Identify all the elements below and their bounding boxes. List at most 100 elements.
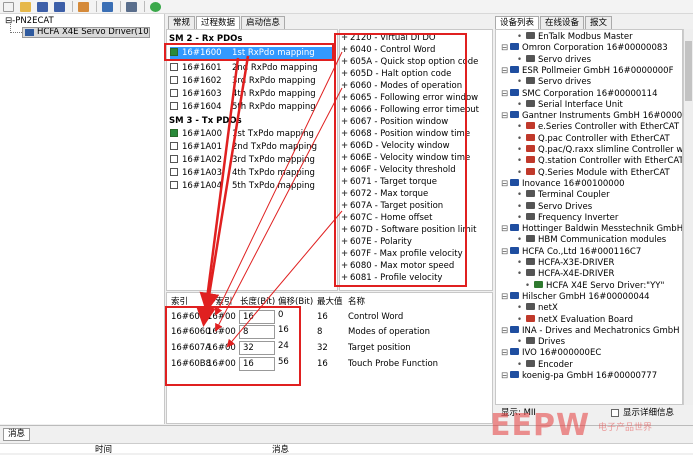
device-item[interactable]: • HCFA-X4E-DRIVER <box>517 269 614 280</box>
object-item[interactable]: +606F - Velocity threshold <box>341 165 456 177</box>
pdo-checkbox[interactable] <box>170 89 178 97</box>
tree-node-servo-driver[interactable]: HCFA X4E Servo Driver(1000) <box>22 27 150 38</box>
device-item[interactable]: • Q.station Controller with EtherCAT <box>517 156 682 167</box>
tab-startup[interactable]: 启动信息 <box>241 16 286 29</box>
pdo-checkbox[interactable] <box>170 155 178 163</box>
expand-icon[interactable]: + <box>341 213 350 225</box>
library-scrollbar[interactable] <box>683 29 693 405</box>
collapse-icon[interactable]: ⊟ <box>501 292 510 303</box>
device-item[interactable]: • e.Series Controller with EtherCAT <box>517 122 679 133</box>
tab-general[interactable]: 常规 <box>168 16 196 29</box>
collapse-icon[interactable]: ⊟ <box>501 247 510 258</box>
object-item[interactable]: +6080 - Max motor speed <box>341 261 454 273</box>
detail-checkbox[interactable] <box>611 409 619 417</box>
device-item[interactable]: • Terminal Coupler <box>517 190 610 201</box>
object-item[interactable]: +6040 - Control Word <box>341 45 435 57</box>
object-item[interactable]: +6072 - Max torque <box>341 189 428 201</box>
object-item[interactable]: +607C - Home offset <box>341 213 432 225</box>
pdo-checkbox[interactable] <box>170 102 178 110</box>
object-item[interactable]: +606D - Velocity window <box>341 141 450 153</box>
collapse-icon[interactable]: ⊟ <box>501 224 510 235</box>
device-item[interactable]: • Serial Interface Unit <box>517 99 623 111</box>
pdo-row[interactable]: 16#1600 1st RxPdo mapping <box>170 47 334 59</box>
new-file-icon[interactable] <box>3 1 14 12</box>
object-item[interactable]: +607F - Max profile velocity <box>341 249 463 261</box>
pdo-row[interactable]: 16#1A02 3rd TxPdo mapping <box>170 154 334 166</box>
expand-icon[interactable]: + <box>341 93 350 105</box>
edit-icon[interactable] <box>78 1 89 12</box>
save-as-icon[interactable] <box>54 1 65 12</box>
tab-message[interactable]: 消息 <box>3 428 31 441</box>
vendor-item[interactable]: ⊟ Hottinger Baldwin Messtechnik GmbH <box>501 224 682 235</box>
object-item[interactable]: +6065 - Following error window <box>341 93 478 105</box>
expand-icon[interactable]: + <box>341 153 350 165</box>
tab-messages[interactable]: 报文 <box>585 16 613 29</box>
expand-icon[interactable]: + <box>341 45 350 57</box>
device-item[interactable]: • Drives <box>517 337 565 348</box>
tab-process-data[interactable]: 过程数据 <box>196 16 241 29</box>
device-item[interactable]: • Servo Drives <box>517 201 592 213</box>
save-icon[interactable] <box>37 1 48 12</box>
length-input[interactable]: 32 <box>239 341 275 355</box>
pdo-row[interactable]: 16#1602 3rd RxPdo mapping <box>170 75 334 87</box>
expand-icon[interactable]: + <box>341 165 350 177</box>
device-item[interactable]: • EnTalk Modbus Master <box>517 32 633 43</box>
length-input[interactable]: 16 <box>239 310 275 324</box>
collapse-icon[interactable]: ⊟ <box>501 371 510 382</box>
scrollbar-thumb[interactable] <box>685 41 692 101</box>
object-item[interactable]: +605A - Quick stop option code <box>341 57 478 69</box>
length-input[interactable]: 16 <box>239 357 275 371</box>
device-item[interactable]: • Q.Series Module with EtherCAT <box>517 167 670 179</box>
expand-icon[interactable]: + <box>341 33 350 45</box>
object-item[interactable]: +607E - Polarity <box>341 237 412 249</box>
device-item[interactable]: • HCFA X4E Servo Driver:"YY" <box>525 280 664 292</box>
vendor-item[interactable]: ⊟ Inovance 16#00100000 <box>501 178 625 190</box>
expand-icon[interactable]: + <box>341 57 350 69</box>
expand-icon[interactable]: + <box>341 105 350 117</box>
collapse-icon[interactable]: ⊟ <box>501 66 510 77</box>
refresh-icon[interactable] <box>150 1 161 12</box>
device-item[interactable]: • netX Evaluation Board <box>517 314 633 326</box>
collapse-icon[interactable]: ⊟ <box>501 348 510 359</box>
expand-icon[interactable]: + <box>341 177 350 189</box>
object-item[interactable]: +6066 - Following error timeout <box>341 105 479 117</box>
object-item[interactable]: +6067 - Position window <box>341 117 448 129</box>
expand-icon[interactable]: + <box>341 225 350 237</box>
tab-device-list[interactable]: 设备列表 <box>495 16 540 29</box>
expand-icon[interactable]: + <box>341 273 350 285</box>
device-item[interactable]: • Servo drives <box>517 77 591 88</box>
pdo-checkbox[interactable] <box>170 142 178 150</box>
object-item[interactable]: +2120 - Virtual DI DO <box>341 33 436 45</box>
device-item[interactable]: • Q.pac/Q.raxx slimline Controller wit <box>517 145 682 156</box>
pdo-row[interactable]: 16#1604 5th RxPdo mapping <box>170 101 334 113</box>
pdo-checkbox[interactable] <box>170 129 178 137</box>
pdo-row[interactable]: 16#1A04 5th TxPdo mapping <box>170 180 334 192</box>
pdo-checkbox[interactable] <box>170 76 178 84</box>
length-input[interactable]: 8 <box>239 325 275 339</box>
vendor-item[interactable]: ⊟ ESR Pollmeier GmbH 16#0000000F <box>501 65 673 77</box>
vendor-item[interactable]: ⊟ Omron Corporation 16#00000083 <box>501 43 668 54</box>
expand-icon[interactable]: + <box>341 237 350 249</box>
object-item[interactable]: +6081 - Profile velocity <box>341 273 442 285</box>
expand-icon[interactable]: + <box>341 189 350 201</box>
device-item[interactable]: • Encoder <box>517 359 573 371</box>
expand-icon[interactable]: + <box>341 81 350 93</box>
device-item[interactable]: • HCFA-X3E-DRIVER <box>517 258 614 269</box>
open-folder-icon[interactable] <box>20 1 31 12</box>
tab-online-devices[interactable]: 在线设备 <box>540 16 585 29</box>
expand-icon[interactable]: + <box>341 201 350 213</box>
pdo-row[interactable]: 16#1603 4th RxPdo mapping <box>170 88 334 100</box>
object-item[interactable]: +607A - Target position <box>341 201 443 213</box>
move-icon[interactable] <box>102 1 113 12</box>
expand-icon[interactable]: + <box>341 129 350 141</box>
detail-checkbox-label[interactable]: 显示详细信息 <box>623 406 674 420</box>
vendor-item[interactable]: ⊟ Hilscher GmbH 16#00000044 <box>501 291 650 303</box>
device-item[interactable]: • netX <box>517 303 558 314</box>
object-item[interactable]: +6068 - Position window time <box>341 129 470 141</box>
object-item[interactable]: +605D - Halt option code <box>341 69 451 81</box>
vendor-item[interactable]: ⊟ IVO 16#000000EC <box>501 348 601 359</box>
device-item[interactable]: • HBM Communication modules <box>517 235 666 246</box>
pdo-checkbox[interactable] <box>170 48 178 56</box>
object-item[interactable]: +6060 - Modes of operation <box>341 81 462 93</box>
collapse-icon[interactable]: ⊟ <box>501 43 510 54</box>
